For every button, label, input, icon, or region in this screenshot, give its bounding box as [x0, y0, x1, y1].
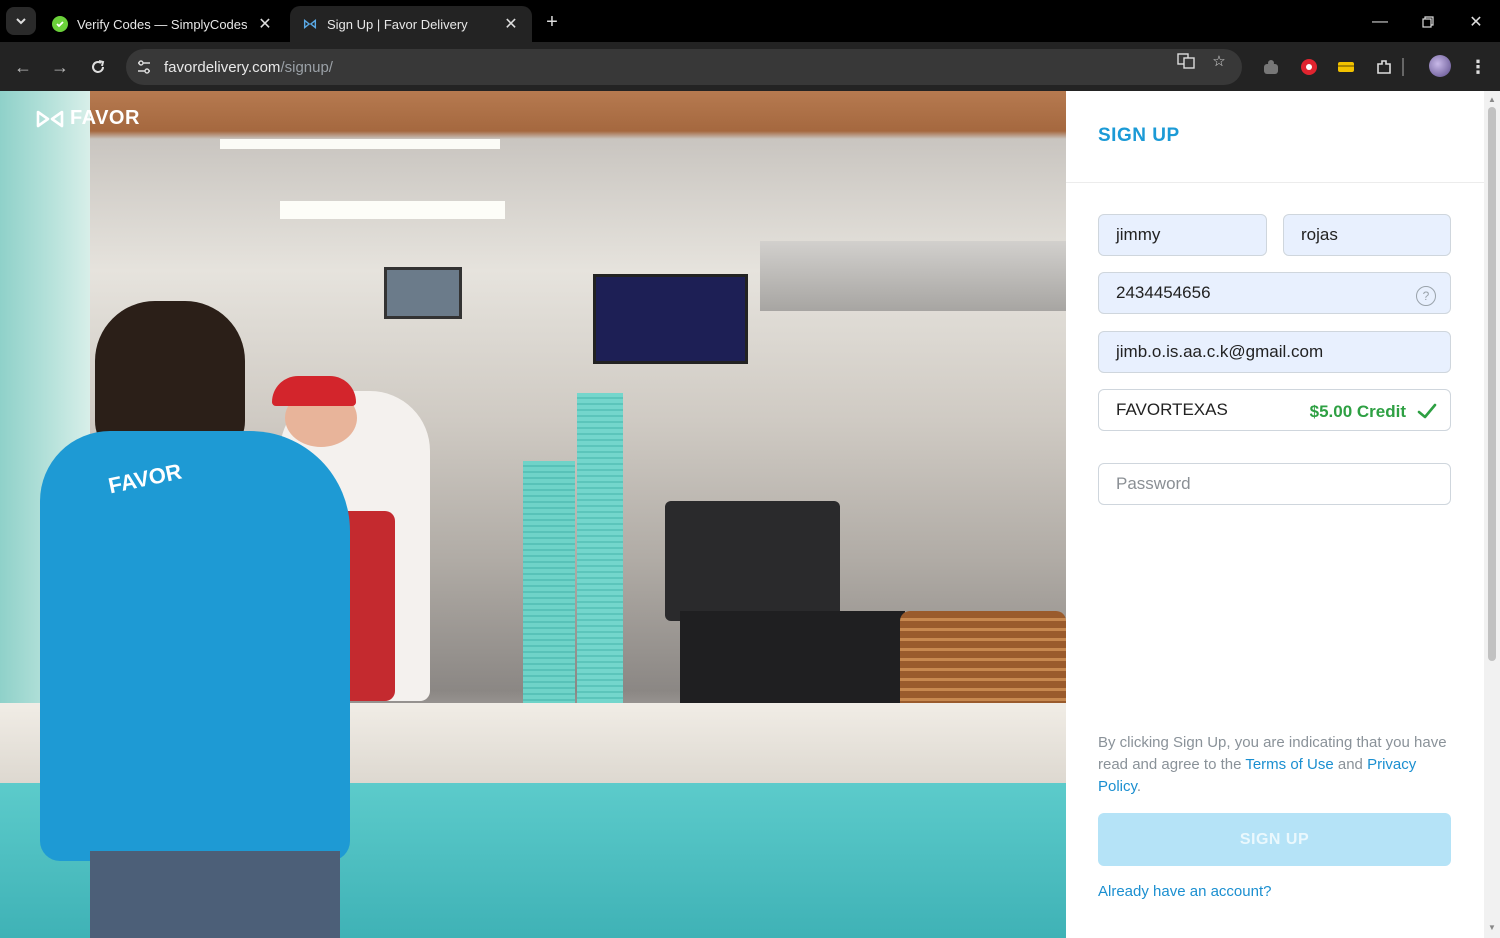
close-icon[interactable]: ✕ [502, 15, 520, 33]
email-value: jimb.o.is.aa.c.k@gmail.com [1116, 342, 1324, 361]
browser-toolbar: ← → favordelivery.com/signup/ ☆ ⋮ [0, 42, 1500, 91]
tab-title: Verify Codes — SimplyCodes [77, 16, 248, 32]
tab-simplycodes[interactable]: Verify Codes — SimplyCodes ✕ [40, 6, 286, 42]
reload-icon[interactable] [85, 54, 111, 80]
cup-stack [577, 393, 623, 721]
extension-icon[interactable] [1261, 57, 1281, 77]
hero-photo: FAVOR FAVOR [0, 91, 1066, 938]
site-settings-icon[interactable] [136, 59, 152, 75]
url-path: /signup/ [280, 58, 333, 76]
restore-icon[interactable] [1414, 8, 1442, 36]
translate-icon[interactable] [1176, 51, 1196, 71]
scroll-up-icon[interactable]: ▲ [1487, 95, 1497, 105]
help-icon[interactable]: ? [1416, 286, 1436, 306]
favor-icon [302, 16, 318, 32]
phone-input[interactable]: 2434454656 ? [1098, 272, 1451, 314]
new-tab-button[interactable]: + [540, 10, 564, 34]
signup-panel: SIGN UP jimmy rojas 2434454656 ? jimb.o.… [1066, 91, 1484, 938]
phone-value: 2434454656 [1116, 283, 1211, 302]
promo-credit-badge: $5.00 Credit [1309, 402, 1406, 421]
last-name-value: rojas [1301, 225, 1338, 244]
record-extension-icon[interactable] [1299, 57, 1319, 77]
register-screen [665, 501, 840, 621]
wallet-extension-icon[interactable] [1336, 57, 1356, 77]
legal-and: and [1333, 756, 1368, 773]
customer-jeans [90, 851, 340, 938]
checkmark-icon [1417, 403, 1437, 419]
forward-arrow-icon[interactable]: → [47, 54, 73, 80]
scroll-down-icon[interactable]: ▼ [1487, 923, 1497, 933]
close-icon[interactable]: ✕ [256, 15, 274, 33]
page-title: SIGN UP [1098, 125, 1180, 146]
red-cap [272, 376, 356, 406]
customer-shirt [40, 431, 350, 861]
password-placeholder: Password [1116, 474, 1191, 493]
promo-code-value: FAVORTEXAS [1116, 400, 1228, 419]
tab-title: Sign Up | Favor Delivery [327, 16, 468, 32]
simplycodes-icon [52, 16, 68, 32]
toolbar-divider [1402, 58, 1404, 76]
chevron-down-icon [16, 18, 26, 25]
puzzle-extensions-icon[interactable] [1374, 57, 1394, 77]
tab-search-button[interactable] [6, 7, 36, 35]
range-hood [760, 241, 1066, 311]
logo-text: FAVOR [70, 107, 140, 129]
signup-page: FAVOR FAVOR SIGN UP jimmy rojas 24344546… [0, 91, 1500, 938]
favor-logo-icon [36, 110, 64, 127]
tab-favor-signup[interactable]: Sign Up | Favor Delivery ✕ [290, 6, 532, 42]
last-name-input[interactable]: rojas [1283, 214, 1451, 256]
first-name-input[interactable]: jimmy [1098, 214, 1267, 256]
back-arrow-icon[interactable]: ← [10, 54, 36, 80]
scrollbar-thumb[interactable] [1488, 107, 1496, 661]
sign-up-button[interactable]: SIGN UP [1098, 813, 1451, 866]
first-name-value: jimmy [1116, 225, 1161, 244]
ceiling-light [220, 139, 500, 149]
favor-logo[interactable]: FAVOR [34, 107, 140, 130]
legal-suffix: . [1136, 778, 1142, 795]
legal-notice: By clicking Sign Up, you are indicating … [1098, 732, 1458, 798]
kebab-menu-icon[interactable]: ⋮ [1468, 57, 1488, 77]
email-input[interactable]: jimb.o.is.aa.c.k@gmail.com [1098, 331, 1451, 373]
ceiling-light [280, 201, 505, 219]
tab-strip: Verify Codes — SimplyCodes ✕ Sign Up | F… [0, 0, 1500, 42]
window-close-icon[interactable]: ✕ [1462, 8, 1490, 36]
small-monitor [384, 267, 462, 319]
cup-stack [523, 461, 575, 721]
address-bar[interactable]: favordelivery.com/signup/ [126, 49, 1242, 85]
scrollbar[interactable]: ▲ ▼ [1484, 91, 1500, 938]
promo-code-input[interactable]: FAVORTEXAS $5.00 Credit [1098, 389, 1451, 431]
panel-header: SIGN UP [1066, 91, 1484, 183]
url-host: favordelivery.com [164, 58, 281, 76]
terms-of-use-link[interactable]: Terms of Use [1245, 756, 1333, 773]
bookmark-star-icon[interactable]: ☆ [1209, 51, 1229, 71]
order-monitor [593, 274, 748, 364]
password-input[interactable]: Password [1098, 463, 1451, 505]
minimize-icon[interactable]: — [1366, 8, 1394, 36]
login-link[interactable]: Already have an account? [1098, 883, 1271, 900]
profile-avatar[interactable] [1429, 55, 1451, 77]
